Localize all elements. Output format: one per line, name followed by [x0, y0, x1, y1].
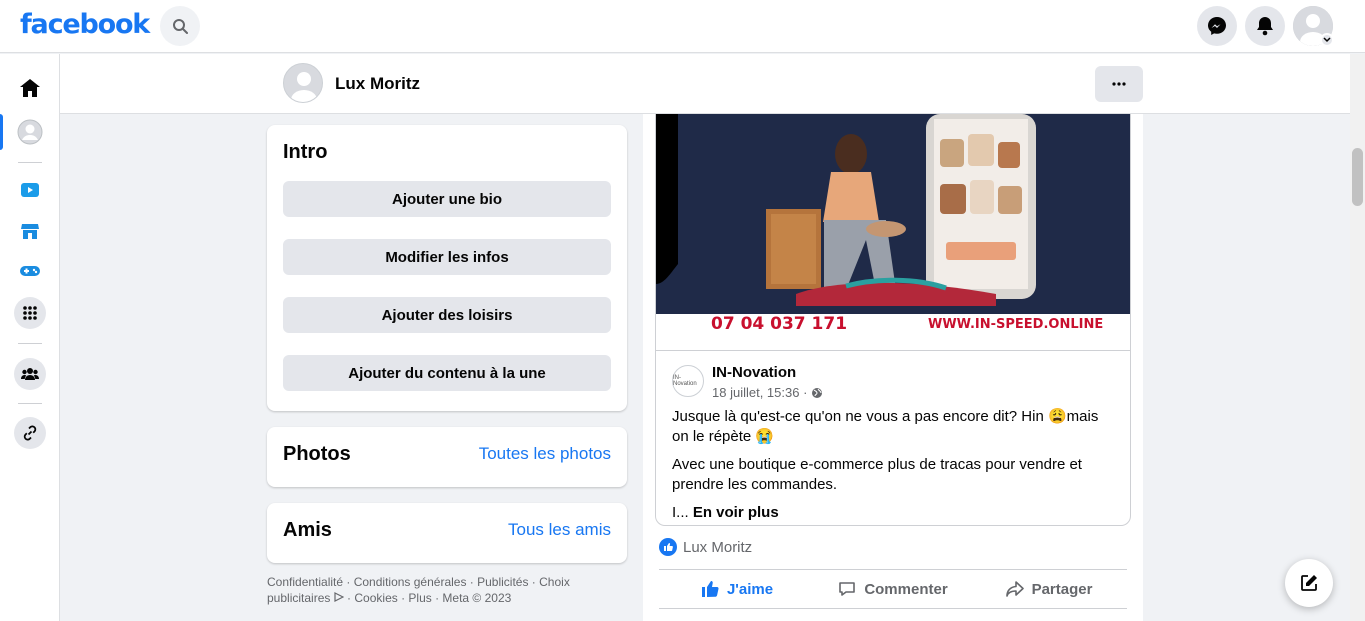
page-avatar[interactable]: IN-Novation [672, 365, 704, 397]
like-button[interactable]: J'aime [659, 570, 815, 608]
intro-card: Intro Ajouter une bio Modifier les infos… [267, 125, 627, 411]
new-message-button[interactable] [1285, 559, 1333, 607]
shared-post-body: IN-Novation IN-Novation 18 juillet, 15:3… [656, 350, 1130, 521]
profile-name[interactable]: Lux Moritz [335, 74, 420, 94]
see-all-friends-link[interactable]: Tous les amis [508, 520, 611, 540]
like-reaction-icon [659, 538, 677, 556]
page-name[interactable]: IN-Novation [712, 364, 796, 381]
messenger-button[interactable] [1197, 6, 1237, 46]
footer-line-1[interactable]: Confidentialité · Conditions générales ·… [267, 574, 607, 590]
video-icon [21, 183, 39, 197]
friends-card: Amis Tous les amis [267, 503, 627, 563]
image-website: WWW.IN-SPEED.ONLINE [928, 317, 1104, 332]
ad-choices-link[interactable]: publicitaires [267, 591, 330, 605]
profile-avatar[interactable] [283, 63, 323, 103]
post-action-bar: J'aime Commenter Partager [659, 569, 1127, 609]
footer-links[interactable]: Confidentialité · Conditions générales ·… [267, 574, 607, 606]
add-featured-button[interactable]: Ajouter du contenu à la une [283, 355, 611, 391]
bell-icon [1257, 17, 1273, 36]
compose-icon [1301, 575, 1317, 591]
profile-shortcut[interactable] [14, 116, 46, 148]
post-date[interactable]: 18 juillet, 15:36 · [712, 385, 807, 400]
post-truncated-line: I... En voir plus [672, 503, 1118, 523]
menu-shortcut[interactable] [14, 297, 46, 329]
profile-avatar-icon [17, 119, 43, 145]
edit-details-button[interactable]: Modifier les infos [283, 239, 611, 275]
post-meta: 18 juillet, 15:36 · [712, 385, 823, 400]
gamepad-icon [20, 266, 40, 276]
groups-icon [21, 368, 39, 380]
post-paragraph-2: Avec une boutique e-commerce plus de tra… [672, 456, 1082, 493]
search-button[interactable] [160, 6, 200, 46]
default-avatar-icon [291, 72, 317, 102]
marketplace-shortcut[interactable] [14, 215, 46, 247]
intro-title: Intro [283, 141, 328, 163]
groups-shortcut[interactable] [14, 358, 46, 390]
search-icon [173, 19, 188, 34]
left-shortcut-rail [0, 54, 60, 621]
add-bio-button[interactable]: Ajouter une bio [283, 181, 611, 217]
comment-label: Commenter [864, 580, 948, 598]
post-image[interactable]: 07 04 037 171 WWW.IN-SPEED.ONLINE [656, 114, 1130, 349]
top-navigation-bar: facebook [0, 0, 1365, 53]
link-icon [23, 425, 37, 441]
active-indicator [0, 114, 3, 150]
rail-divider [18, 343, 42, 344]
facebook-logo[interactable]: facebook [20, 9, 150, 40]
reactor-name[interactable]: Lux Moritz [683, 539, 752, 556]
like-label: J'aime [726, 580, 774, 598]
see-more-link[interactable]: En voir plus [693, 504, 779, 521]
comment-icon [839, 582, 856, 596]
grid-menu-icon [23, 306, 37, 320]
add-hobbies-button[interactable]: Ajouter des loisirs [283, 297, 611, 333]
post-paragraph-1: Jusque là qu'est-ce qu'on ne vous a pas … [672, 408, 1099, 445]
see-all-photos-link[interactable]: Toutes les photos [479, 444, 611, 464]
shared-post-attachment[interactable]: 07 04 037 171 WWW.IN-SPEED.ONLINE IN-Nov… [655, 114, 1131, 526]
gaming-shortcut[interactable] [14, 255, 46, 287]
home-shortcut[interactable] [14, 72, 46, 104]
friends-title: Amis [283, 519, 332, 541]
page-scrollbar[interactable] [1350, 54, 1365, 621]
feed-post: 07 04 037 171 WWW.IN-SPEED.ONLINE IN-Nov… [643, 114, 1143, 621]
thumbs-up-icon [701, 581, 719, 597]
photos-card: Photos Toutes les photos [267, 427, 627, 487]
account-menu-chevron[interactable] [1320, 33, 1334, 47]
shop-icon [21, 224, 39, 239]
rail-divider [18, 162, 42, 163]
more-dots-icon [1112, 82, 1126, 86]
chevron-down-icon [1323, 37, 1331, 43]
post-text: Jusque là qu'est-ce qu'on ne vous a pas … [672, 407, 1118, 523]
share-button[interactable]: Partager [971, 570, 1127, 608]
photos-title: Photos [283, 443, 351, 465]
image-phone-number: 07 04 037 171 [711, 314, 848, 334]
home-icon [20, 79, 40, 97]
post-ellipsis: I... [672, 504, 689, 521]
ad-choices-icon [334, 592, 345, 602]
notifications-button[interactable] [1245, 6, 1285, 46]
sticky-profile-header: Lux Moritz [60, 54, 1350, 114]
share-label: Partager [1031, 580, 1093, 598]
reaction-summary[interactable]: Lux Moritz [659, 538, 752, 556]
share-icon [1005, 581, 1024, 597]
globe-icon [812, 387, 823, 398]
ad-artwork-image [656, 114, 1130, 314]
watch-shortcut[interactable] [14, 174, 46, 206]
footer-line-2-rest[interactable]: · Cookies · Plus · Meta © 2023 [344, 591, 511, 605]
scrollbar-thumb[interactable] [1352, 148, 1363, 206]
link-shortcut[interactable] [14, 417, 46, 449]
comment-button[interactable]: Commenter [815, 570, 971, 608]
profile-more-button[interactable] [1095, 66, 1143, 102]
messenger-icon [1208, 17, 1226, 35]
rail-divider [18, 403, 42, 404]
footer-line-2[interactable]: publicitaires · Cookies · Plus · Meta © … [267, 590, 607, 606]
